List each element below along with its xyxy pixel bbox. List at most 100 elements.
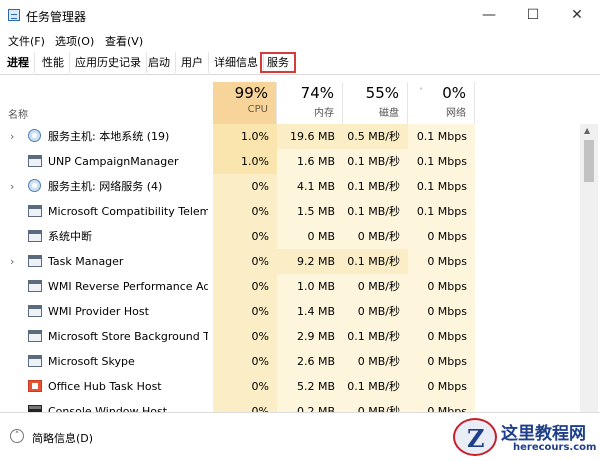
process-network: 0 Mbps [408,349,475,374]
process-disk: 0.1 MB/秒 [343,199,408,224]
process-disk: 0 MB/秒 [343,224,408,249]
menu-bar: 文件(F) 选项(O) 查看(V) [0,30,600,50]
process-network: 0 Mbps [408,224,475,249]
minimize-button[interactable]: — [468,0,510,30]
gear-icon [28,129,41,142]
process-network: 0.1 Mbps [408,174,475,199]
process-memory: 1.4 MB [277,299,343,324]
process-disk: 0.1 MB/秒 [343,249,408,274]
process-cpu: 0% [213,374,277,399]
vertical-scrollbar[interactable]: ▲ [580,124,598,412]
process-memory: 2.9 MB [277,324,343,349]
process-cpu: 0% [213,249,277,274]
network-total: 0% [442,84,466,102]
process-row[interactable]: WMI Provider Host 0% 1.4 MB 0 MB/秒 0 Mbps [0,299,580,324]
tab-strip: 进程 性能 应用历史记录 启动 用户 详细信息 服务 [0,52,600,75]
tab-services[interactable]: 服务 [260,52,296,73]
process-name: WMI Provider Host [48,305,149,318]
console-icon [28,405,42,412]
cpu-label: CPU [247,104,268,115]
task-manager-icon [8,9,20,21]
process-row[interactable]: Microsoft Store Background Task Host 0%2.… [0,324,580,349]
menu-view[interactable]: 查看(V) [105,33,143,49]
process-row[interactable]: WMI Reverse Performance Adapter0%1.0 MB0… [0,274,580,299]
process-row[interactable]: Console Window Host 0% 0.2 MB 0 MB/秒 0 Mbps [0,399,580,412]
scroll-up-icon[interactable]: ▲ [584,126,590,135]
process-row[interactable]: › 服务主机: 网络服务 (4) 0% 4.1 MB 0.1 MB/秒 0.1 Mbps [0,174,580,199]
column-header-memory[interactable]: 74% 内存 [277,82,343,124]
tab-performance[interactable]: 性能 [37,52,70,73]
process-cpu: 0% [213,299,277,324]
process-cpu: 1.0% [213,149,277,174]
process-network: 0 Mbps [408,249,475,274]
process-row[interactable]: Microsoft Compatibility Telemetry 0%1.5 M… [0,199,580,224]
process-network: 0 Mbps [408,324,475,349]
close-button[interactable]: ✕ [556,0,598,30]
office-icon [28,380,42,392]
memory-total: 74% [300,84,334,102]
tab-processes[interactable]: 进程 [2,52,35,73]
expand-chevron-icon[interactable]: › [10,249,14,274]
process-name: 系统中断 [48,230,92,243]
column-header-disk[interactable]: 55% 磁盘 [343,82,408,124]
process-disk: 0.1 MB/秒 [343,324,408,349]
sort-indicator-icon: ˅ [419,87,423,96]
process-disk: 0.1 MB/秒 [343,149,408,174]
disk-label: 磁盘 [379,108,399,119]
process-row[interactable]: Office Hub Task Host 0% 5.2 MB 0.1 MB/秒 0 Mb… [0,374,580,399]
process-memory: 4.1 MB [277,174,343,199]
process-network: 0 Mbps [408,274,475,299]
process-row[interactable]: Microsoft Skype 0% 2.6 MB 0 MB/秒 0 Mbps [0,349,580,374]
process-cpu: 0% [213,199,277,224]
process-row[interactable]: 系统中断 0% 0 MB 0 MB/秒 0 Mbps [0,224,580,249]
fewer-details-button[interactable]: 简略信息(D) [32,430,93,446]
tab-startup[interactable]: 启动 [143,52,176,73]
process-disk: 0.5 MB/秒 [343,124,408,149]
process-row[interactable]: › Task Manager 0% 9.2 MB 0.1 MB/秒 0 Mbps [0,249,580,274]
network-label: 网络 [446,108,466,119]
menu-file[interactable]: 文件(F) [8,33,45,49]
process-cpu: 1.0% [213,124,277,149]
cpu-total: 99% [234,84,268,102]
process-disk: 0.1 MB/秒 [343,374,408,399]
process-network: 0 Mbps [408,374,475,399]
process-row[interactable]: UNP CampaignManager 1.0% 1.6 MB 0.1 MB/秒 0.1… [0,149,580,174]
expand-chevron-icon[interactable]: › [10,174,14,199]
disk-total: 55% [365,84,399,102]
process-network: 0.1 Mbps [408,199,475,224]
process-name: 服务主机: 本地系统 (19) [48,130,170,143]
process-name: Microsoft Store Background Task Host [48,330,208,343]
process-memory: 0.2 MB [277,399,343,412]
process-name: WMI Reverse Performance Adapter [48,280,208,293]
process-cpu: 0% [213,399,277,412]
process-name: Microsoft Skype [48,355,135,368]
watermark: 这里教程网 herecours.com [453,415,598,459]
process-cpu: 0% [213,324,277,349]
watermark-url: herecours.com [513,442,597,453]
tab-app-history[interactable]: 应用历史记录 [70,52,147,73]
process-network: 0.1 Mbps [408,149,475,174]
window-icon [28,355,42,367]
process-memory: 1.5 MB [277,199,343,224]
expand-chevron-icon[interactable]: › [10,124,14,149]
process-memory: 1.6 MB [277,149,343,174]
tab-users[interactable]: 用户 [176,52,209,73]
window-icon [28,330,42,342]
scrollbar-thumb[interactable] [584,140,594,182]
tab-details[interactable]: 详细信息 [209,52,264,73]
watermark-logo [453,418,497,456]
menu-options[interactable]: 选项(O) [55,33,94,49]
process-memory: 0 MB [277,224,343,249]
gear-icon [28,179,41,192]
maximize-button[interactable]: ☐ [512,0,554,30]
process-name: Office Hub Task Host [48,380,162,393]
process-row[interactable]: › 服务主机: 本地系统 (19) 1.0% 19.6 MB 0.5 MB/秒 0.1 M… [0,124,580,149]
process-name: 服务主机: 网络服务 (4) [48,180,163,193]
collapse-up-icon[interactable]: ˄ [10,429,24,443]
column-header-cpu[interactable]: 99% CPU [213,82,277,124]
window-icon [28,280,42,292]
window-icon [28,255,42,267]
column-header-name[interactable]: 名称 [8,106,28,121]
process-cpu: 0% [213,224,277,249]
window-icon [28,230,42,242]
